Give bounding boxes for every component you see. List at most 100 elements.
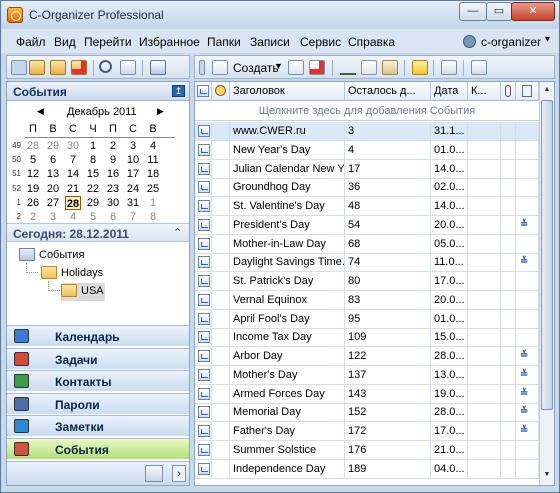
calendar-day[interactable]: 5 [85, 210, 101, 224]
calendar-day[interactable]: 19 [25, 182, 41, 196]
calendar-day[interactable]: 1 [85, 139, 101, 153]
calendar-month[interactable]: Декабрь 2011 [67, 106, 137, 118]
calendar-day[interactable]: 5 [25, 153, 41, 167]
nav-button-5[interactable]: События [7, 438, 189, 459]
collapse-icon[interactable]: ⌃ [173, 226, 182, 239]
menu-tools[interactable]: Сервис [300, 35, 341, 49]
table-row[interactable]: Independence Day 189 04.0... [195, 459, 539, 479]
calendar-day[interactable]: 1 [145, 196, 161, 210]
pin-icon[interactable]: ↥ [172, 85, 185, 97]
scroll-up-arrow[interactable]: ▲ [541, 83, 553, 97]
table-row[interactable]: Groundhog Day 36 02.0... [195, 178, 539, 198]
table-row[interactable]: Arbor Day 122 28.0... ≚ [195, 347, 539, 366]
table-row[interactable]: St. Patrick's Day 80 17.0... [195, 272, 539, 291]
calendar-day[interactable]: 3 [125, 139, 141, 153]
calendar-day[interactable]: 9 [105, 153, 121, 167]
calendar-day[interactable]: 18 [145, 167, 161, 181]
calendar-day[interactable]: 24 [125, 182, 141, 196]
create-dropdown-arrow[interactable]: ▼ [274, 61, 283, 71]
calendar-day[interactable]: 21 [65, 182, 81, 196]
table-row[interactable]: New Year's Day 4 01.0... [195, 140, 539, 160]
calendar-day[interactable]: 25 [145, 182, 161, 196]
table-row[interactable]: Vernal Equinox 83 20.0... [195, 290, 539, 310]
table-row[interactable]: Julian Calendar New Y... 17 14.0... [195, 159, 539, 179]
today-bar[interactable]: Сегодня: 28.12.2011 ⌃ [7, 223, 189, 242]
nav-button-0[interactable]: Календарь [7, 325, 189, 346]
cut-icon[interactable] [340, 60, 356, 75]
calendar-day[interactable]: 3 [45, 210, 61, 224]
table-row[interactable]: Mother's Day 137 13.0... ≚ [195, 365, 539, 385]
menu-view[interactable]: Вид [54, 35, 76, 49]
calendar-day[interactable]: 6 [105, 210, 121, 224]
calendar-day[interactable]: 4 [65, 210, 81, 224]
table-row[interactable]: Memorial Day 152 28.0... ≚ [195, 403, 539, 423]
delete-icon[interactable] [309, 60, 325, 75]
prev-month-button[interactable]: ◀ [37, 106, 44, 117]
maximize-button[interactable]: ▭ [486, 2, 512, 21]
header-type-icon[interactable] [195, 82, 212, 101]
table-row[interactable]: www.CWER.ru 3 31.1... [195, 122, 539, 141]
table-row[interactable]: Income Tax Day 109 15.0... [195, 328, 539, 348]
table-row[interactable]: Summer Solstice 176 21.0... [195, 440, 539, 460]
next-month-button[interactable]: ▶ [157, 106, 164, 117]
table-row[interactable]: President's Day 54 20.0... ≚ [195, 215, 539, 235]
edit-icon[interactable] [288, 60, 304, 75]
calendar-day[interactable]: 11 [145, 153, 161, 167]
calendar-day[interactable]: 10 [125, 153, 141, 167]
calendar-day[interactable]: 26 [25, 196, 41, 210]
menu-go[interactable]: Перейти [84, 35, 132, 49]
calendar-day[interactable]: 7 [125, 210, 141, 224]
header-attachment[interactable] [501, 82, 516, 101]
calendar-day[interactable]: 4 [145, 139, 161, 153]
copy-icon[interactable] [361, 60, 377, 75]
table-row[interactable]: St. Valentine's Day 48 14.0... [195, 197, 539, 216]
calendar-day[interactable]: 14 [65, 167, 81, 181]
calendar-day[interactable]: 28 [65, 195, 81, 210]
nav-button-1[interactable]: Задачи [7, 347, 189, 369]
calendar-day[interactable]: 2 [25, 210, 41, 224]
calendar-day[interactable]: 20 [45, 182, 61, 196]
calendar-day[interactable]: 16 [105, 167, 121, 181]
header-date[interactable]: Дата [431, 82, 468, 101]
calendar-day[interactable]: 7 [65, 153, 81, 167]
calendar-day[interactable]: 8 [85, 153, 101, 167]
menu-folders[interactable]: Папки [207, 35, 241, 49]
calendar-day[interactable]: 28 [25, 139, 41, 153]
columns-icon[interactable] [471, 60, 487, 75]
calendar-day[interactable]: 27 [45, 196, 61, 210]
calendar-day[interactable]: 13 [45, 167, 61, 181]
note-icon[interactable] [412, 60, 428, 75]
create-button[interactable]: Создать [233, 61, 279, 75]
header-days-left[interactable]: Осталось д... [345, 82, 431, 101]
table-row[interactable]: Mother-in-Law Day 68 05.0... [195, 234, 539, 254]
minimize-button[interactable]: — [459, 2, 487, 21]
open-folder-icon[interactable] [29, 60, 45, 75]
header-recurrence[interactable] [516, 82, 539, 101]
scroll-thumb[interactable] [541, 100, 553, 410]
paste-icon[interactable] [382, 60, 398, 75]
table-row[interactable]: Daylight Savings Time... 74 11.0... ≚ [195, 253, 539, 273]
calendar-day[interactable]: 30 [65, 139, 81, 153]
calendar-day[interactable]: 22 [85, 182, 101, 196]
header-title[interactable]: Заголовок [230, 82, 345, 101]
table-row[interactable]: April Fool's Day 95 01.0... [195, 309, 539, 329]
new-record-icon[interactable] [212, 60, 228, 75]
table-row[interactable]: Armed Forces Day 143 19.0... ≚ [195, 384, 539, 404]
delete-folder-icon[interactable] [71, 60, 87, 75]
table-row[interactable]: Father's Day 172 17.0... ≚ [195, 422, 539, 441]
menu-favorites[interactable]: Избранное [139, 35, 200, 49]
calendar-day[interactable]: 2 [105, 139, 121, 153]
find-in-page-icon[interactable] [120, 60, 136, 75]
properties-icon[interactable] [150, 60, 166, 75]
calendar-day[interactable]: 12 [25, 167, 41, 181]
calendar-day[interactable]: 23 [105, 182, 121, 196]
menu-records[interactable]: Записи [250, 35, 290, 49]
properties-icon[interactable] [441, 60, 457, 75]
calendar-day[interactable]: 6 [45, 153, 61, 167]
close-button[interactable]: ✕ [511, 2, 555, 21]
menu-help[interactable]: Справка [348, 35, 395, 49]
chevron-right-icon[interactable]: › [172, 465, 186, 482]
tree-item-usa[interactable]: USA [61, 283, 105, 301]
calendar-day[interactable]: 29 [45, 139, 61, 153]
header-alarm[interactable] [212, 82, 230, 101]
